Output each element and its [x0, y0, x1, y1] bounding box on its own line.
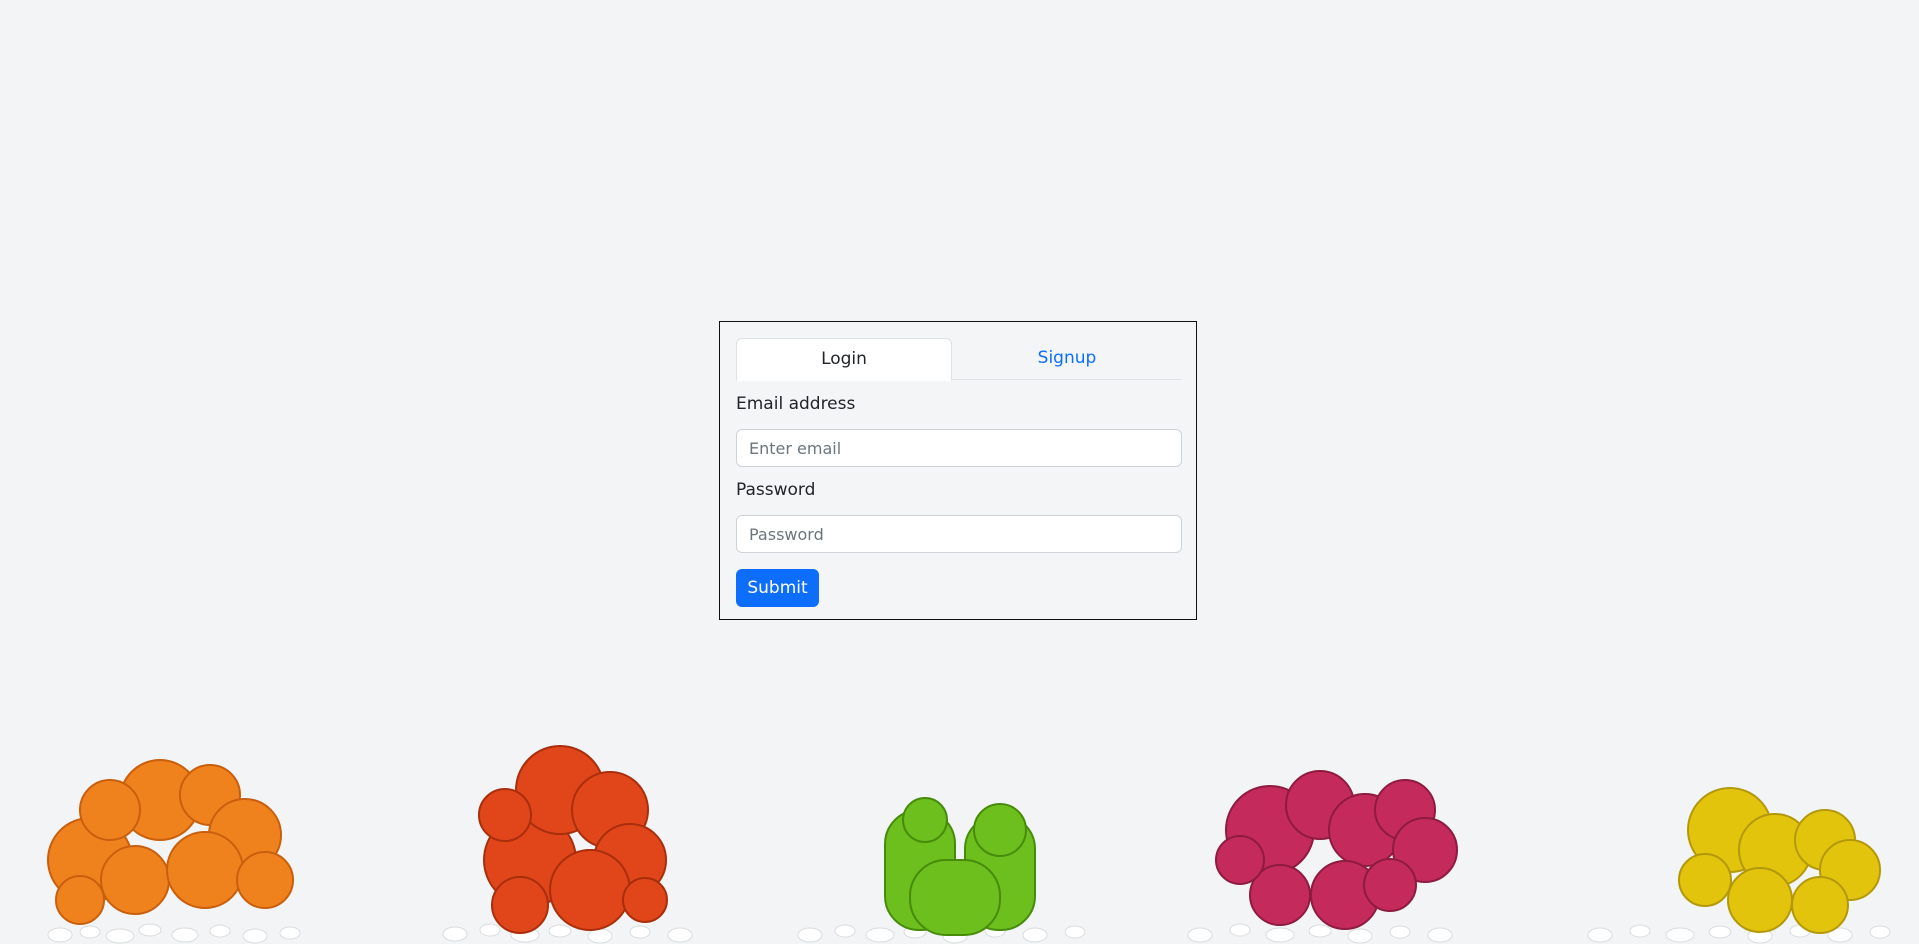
password-field[interactable] — [736, 515, 1182, 553]
tab-signup[interactable]: Signup — [952, 338, 1182, 380]
auth-card: Login Signup Email address Password Subm… — [719, 321, 1197, 620]
submit-button[interactable]: Submit — [736, 569, 819, 607]
password-label: Password — [736, 480, 816, 500]
email-label: Email address — [736, 394, 856, 414]
cactus-green-icon — [884, 797, 1036, 936]
cactus-yellow-icon — [1678, 787, 1881, 934]
cactus-pink-icon — [1215, 770, 1458, 930]
email-field[interactable] — [736, 429, 1182, 467]
auth-tabs: Login Signup — [736, 338, 1182, 381]
cactus-red-icon — [478, 745, 668, 934]
cactus-orange-icon — [47, 759, 294, 925]
tab-login[interactable]: Login — [736, 338, 952, 381]
